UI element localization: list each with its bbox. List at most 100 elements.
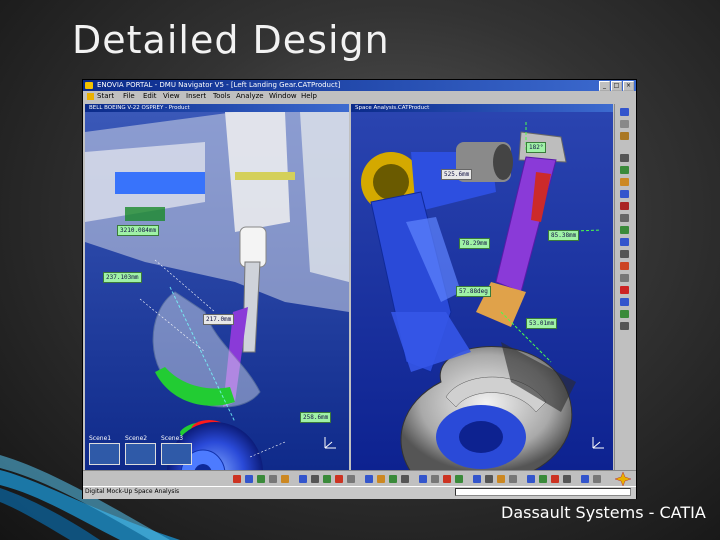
toolbar-icon[interactable] bbox=[620, 108, 629, 116]
menu-view[interactable]: View bbox=[163, 91, 180, 102]
right-viewport-title: Space Analysis.CATProduct bbox=[351, 104, 613, 112]
toolbar-icon[interactable] bbox=[620, 120, 629, 128]
toolbar-icon[interactable] bbox=[455, 475, 463, 483]
catia-window: ENOVIA PORTAL - DMU Navigator V5 - [Left… bbox=[83, 80, 636, 499]
toolbar-icon[interactable] bbox=[365, 475, 373, 483]
maximize-button[interactable]: □ bbox=[611, 81, 622, 91]
scene-label: Scene3 bbox=[161, 435, 184, 442]
toolbar-icon[interactable] bbox=[335, 475, 343, 483]
toolbar-icon[interactable] bbox=[620, 262, 629, 270]
measurement-label[interactable]: 182° bbox=[526, 142, 547, 153]
scene-1[interactable]: Scene1 bbox=[89, 434, 120, 465]
toolbar-icon[interactable] bbox=[539, 475, 547, 483]
menu-help[interactable]: Help bbox=[301, 91, 317, 102]
toolbar-icon[interactable] bbox=[269, 475, 277, 483]
window-titlebar: ENOVIA PORTAL - DMU Navigator V5 - [Left… bbox=[83, 80, 636, 91]
menu-file[interactable]: File bbox=[123, 91, 135, 102]
status-text: Digital Mock-Up Space Analysis bbox=[85, 488, 180, 495]
toolbar-icon[interactable] bbox=[257, 475, 265, 483]
app-icon bbox=[85, 82, 93, 89]
catia-compass-logo-icon bbox=[615, 472, 631, 486]
toolbar-icon[interactable] bbox=[620, 202, 629, 210]
menu-insert[interactable]: Insert bbox=[186, 91, 206, 102]
menu-edit[interactable]: Edit bbox=[143, 91, 157, 102]
menu-tools[interactable]: Tools bbox=[213, 91, 230, 102]
right-toolbar bbox=[614, 104, 635, 470]
toolbar-icon[interactable] bbox=[620, 274, 629, 282]
toolbar-icon[interactable] bbox=[473, 475, 481, 483]
toolbar-icon[interactable] bbox=[620, 286, 629, 294]
toolbar-icon[interactable] bbox=[497, 475, 505, 483]
toolbar-icon[interactable] bbox=[401, 475, 409, 483]
slide-credit: Dassault Systems - CATIA bbox=[501, 503, 706, 522]
menu-window[interactable]: Window bbox=[269, 91, 297, 102]
measurement-label[interactable]: 525.6mm bbox=[441, 169, 473, 180]
scene-3[interactable]: Scene3 bbox=[161, 434, 192, 465]
left-viewport-title: BELL BOEING V-22 OSPREY - Product bbox=[85, 104, 349, 112]
measurement-label[interactable]: 258.6mm bbox=[300, 412, 332, 423]
measurement-label[interactable]: 78.29mm bbox=[459, 238, 491, 249]
measurement-label[interactable]: 237.103mm bbox=[103, 272, 142, 283]
axis-compass-icon[interactable] bbox=[589, 434, 607, 452]
menubar: Start File Edit View Insert Tools Analyz… bbox=[83, 91, 613, 102]
toolbar-icon[interactable] bbox=[620, 298, 629, 306]
menu-analyze[interactable]: Analyze bbox=[236, 91, 264, 102]
left-viewport[interactable]: BELL BOEING V-22 OSPREY - Product 3210.0… bbox=[85, 104, 349, 470]
toolbar-icon[interactable] bbox=[527, 475, 535, 483]
toolbar-icon[interactable] bbox=[563, 475, 571, 483]
axis-compass-icon[interactable] bbox=[321, 434, 339, 452]
toolbar-icon[interactable] bbox=[281, 475, 289, 483]
right-3d-view[interactable]: 182° 525.6mm 78.29mm 85.38mm 57.88deg 53… bbox=[351, 112, 613, 470]
toolbar-icon[interactable] bbox=[620, 214, 629, 222]
toolbar-icon[interactable] bbox=[620, 310, 629, 318]
command-input[interactable] bbox=[455, 488, 631, 496]
scene-thumbnails: Scene1 Scene2 Scene3 bbox=[89, 434, 192, 465]
toolbar-icon[interactable] bbox=[593, 475, 601, 483]
toolbar-icon[interactable] bbox=[431, 475, 439, 483]
measurement-label[interactable]: 53.01mm bbox=[526, 318, 558, 329]
measurement-label[interactable]: 57.88deg bbox=[456, 286, 491, 297]
toolbar-icon[interactable] bbox=[377, 475, 385, 483]
toolbar-icon[interactable] bbox=[347, 475, 355, 483]
toolbar-icon[interactable] bbox=[311, 475, 319, 483]
toolbar-icon[interactable] bbox=[419, 475, 427, 483]
slide-title: Detailed Design bbox=[72, 18, 390, 62]
toolbar-icon[interactable] bbox=[620, 190, 629, 198]
scene-label: Scene2 bbox=[125, 435, 148, 442]
toolbar-icon[interactable] bbox=[620, 166, 629, 174]
toolbar-icon[interactable] bbox=[389, 475, 397, 483]
toolbar-icon[interactable] bbox=[485, 475, 493, 483]
left-3d-view[interactable]: 3210.084mm 237.103mm 217.0mm 258.6mm Sce… bbox=[85, 112, 349, 470]
toolbar-icon[interactable] bbox=[581, 475, 589, 483]
menu-start[interactable]: Start bbox=[97, 91, 114, 102]
scene-thumbnail[interactable] bbox=[125, 443, 156, 465]
catia-logo-icon bbox=[87, 93, 94, 100]
toolbar-icon[interactable] bbox=[620, 322, 629, 330]
toolbar-icon[interactable] bbox=[323, 475, 331, 483]
bottom-toolbar bbox=[83, 470, 636, 487]
toolbar-icon[interactable] bbox=[299, 475, 307, 483]
scene-2[interactable]: Scene2 bbox=[125, 434, 156, 465]
right-viewport[interactable]: Space Analysis.CATProduct 182° 525.6mm 7… bbox=[351, 104, 613, 470]
toolbar-icon[interactable] bbox=[509, 475, 517, 483]
toolbar-icon[interactable] bbox=[443, 475, 451, 483]
scene-thumbnail[interactable] bbox=[89, 443, 120, 465]
minimize-button[interactable]: _ bbox=[599, 81, 610, 91]
toolbar-icon[interactable] bbox=[245, 475, 253, 483]
measurement-label[interactable]: 217.0mm bbox=[203, 314, 235, 325]
scene-label: Scene1 bbox=[89, 435, 112, 442]
toolbar-icon[interactable] bbox=[620, 132, 629, 140]
measurement-label[interactable]: 85.38mm bbox=[548, 230, 580, 241]
close-button[interactable]: × bbox=[623, 81, 634, 91]
toolbar-icon[interactable] bbox=[233, 475, 241, 483]
toolbar-icon[interactable] bbox=[620, 178, 629, 186]
scene-thumbnail[interactable] bbox=[161, 443, 192, 465]
toolbar-icon[interactable] bbox=[620, 154, 629, 162]
toolbar-icon[interactable] bbox=[620, 226, 629, 234]
toolbar-icon[interactable] bbox=[620, 250, 629, 258]
statusbar: Digital Mock-Up Space Analysis bbox=[83, 486, 636, 499]
window-title: ENOVIA PORTAL - DMU Navigator V5 - [Left… bbox=[97, 81, 341, 89]
toolbar-icon[interactable] bbox=[620, 238, 629, 246]
measurement-label[interactable]: 3210.084mm bbox=[117, 225, 160, 236]
toolbar-icon[interactable] bbox=[551, 475, 559, 483]
